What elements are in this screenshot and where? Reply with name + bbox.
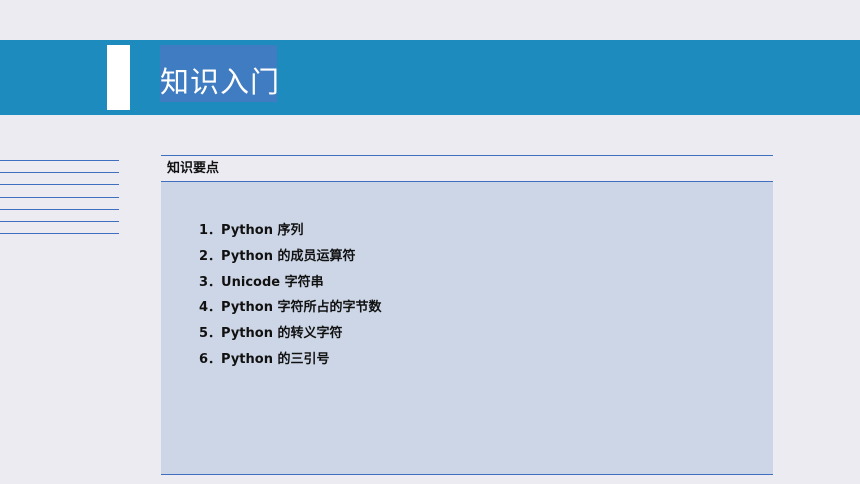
decor-line xyxy=(0,221,119,222)
decor-line xyxy=(0,209,119,210)
list-item: 4．Python 字符所占的字节数 xyxy=(199,300,382,316)
decor-line xyxy=(0,233,119,234)
list-item: 6．Python 的三引号 xyxy=(199,351,330,367)
decor-line xyxy=(0,160,119,161)
decor-line xyxy=(0,184,119,185)
slide-title: 知识入门 xyxy=(160,65,281,99)
panel-header: 知识要点 xyxy=(161,155,773,182)
title-banner: 知识入门 xyxy=(0,40,860,115)
decor-line xyxy=(0,172,119,173)
list-item: 1．Python 序列 xyxy=(199,223,304,238)
list-item: 3．Unicode 字符串 xyxy=(199,274,324,290)
decor-line xyxy=(0,197,119,198)
banner-accent-block xyxy=(107,45,130,110)
knowledge-list: 1．Python 序列 2．Python 的成员运算符 3．Unicode 字符… xyxy=(199,218,381,373)
panel-header-title: 知识要点 xyxy=(167,161,220,176)
knowledge-panel: 知识要点 1．Python 序列 2．Python 的成员运算符 3．Unico… xyxy=(161,155,773,475)
list-item: 2．Python 的成员运算符 xyxy=(199,248,356,264)
panel-body: 1．Python 序列 2．Python 的成员运算符 3．Unicode 字符… xyxy=(161,182,773,475)
list-item: 5．Python 的转义字符 xyxy=(199,326,343,342)
